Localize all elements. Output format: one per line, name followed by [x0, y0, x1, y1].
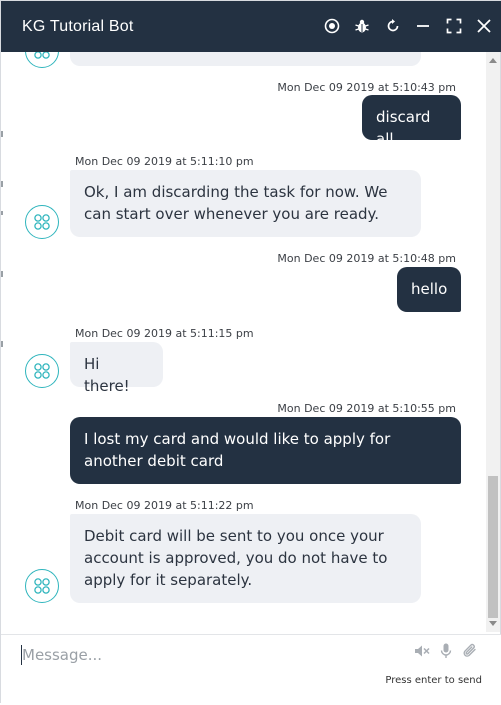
scrollbar-thumb[interactable] [488, 476, 498, 618]
user-message-bubble: I lost my card and would like to apply f… [70, 417, 461, 484]
minimize-icon[interactable] [412, 15, 434, 37]
bot-message-bubble: Debit card will be sent to you once your… [70, 514, 421, 603]
message-timestamp: Mon Dec 09 2019 at 5:11:15 pm [75, 327, 254, 340]
bot-avatar [25, 52, 59, 68]
bot-avatar [25, 205, 59, 239]
message-composer: Press enter to send [1, 634, 501, 705]
bot-title: KG Tutorial Bot [22, 18, 134, 35]
bot-message-bubble-clipped [70, 52, 421, 66]
bot-message-bubble: Hi there! [70, 342, 163, 395]
bug-icon[interactable] [351, 15, 373, 37]
message-timestamp: Mon Dec 09 2019 at 5:10:48 pm [277, 252, 456, 265]
refresh-icon[interactable] [382, 15, 404, 37]
record-icon[interactable] [321, 15, 343, 37]
speaker-muted-icon[interactable] [413, 642, 431, 660]
microphone-icon[interactable] [437, 642, 455, 660]
bot-avatar [25, 354, 59, 388]
close-icon[interactable] [473, 15, 495, 37]
chat-header: KG Tutorial Bot [1, 1, 501, 52]
scroll-down-arrow-icon[interactable] [489, 621, 497, 626]
chat-window: KG Tutorial Bot Mon Dec 09 2019 at 5:10:… [0, 0, 501, 705]
message-timestamp: Mon Dec 09 2019 at 5:10:55 pm [277, 402, 456, 415]
expand-icon[interactable] [443, 15, 465, 37]
scroll-up-arrow-icon[interactable] [489, 58, 497, 63]
user-message-bubble: discard all [362, 95, 461, 148]
message-timestamp: Mon Dec 09 2019 at 5:10:43 pm [277, 81, 456, 94]
chat-scrollbar[interactable] [486, 52, 500, 632]
user-message-bubble: hello [397, 267, 461, 312]
message-timestamp: Mon Dec 09 2019 at 5:11:10 pm [75, 155, 254, 168]
send-hint: Press enter to send [385, 675, 482, 686]
message-timestamp: Mon Dec 09 2019 at 5:11:22 pm [75, 499, 254, 512]
bot-message-bubble: Ok, I am discarding the task for now. We… [70, 170, 421, 237]
message-list[interactable]: Mon Dec 09 2019 at 5:10:43 pm discard al… [1, 52, 486, 632]
attachment-icon[interactable] [461, 642, 479, 660]
bot-avatar [25, 569, 59, 603]
message-input[interactable] [22, 643, 402, 667]
